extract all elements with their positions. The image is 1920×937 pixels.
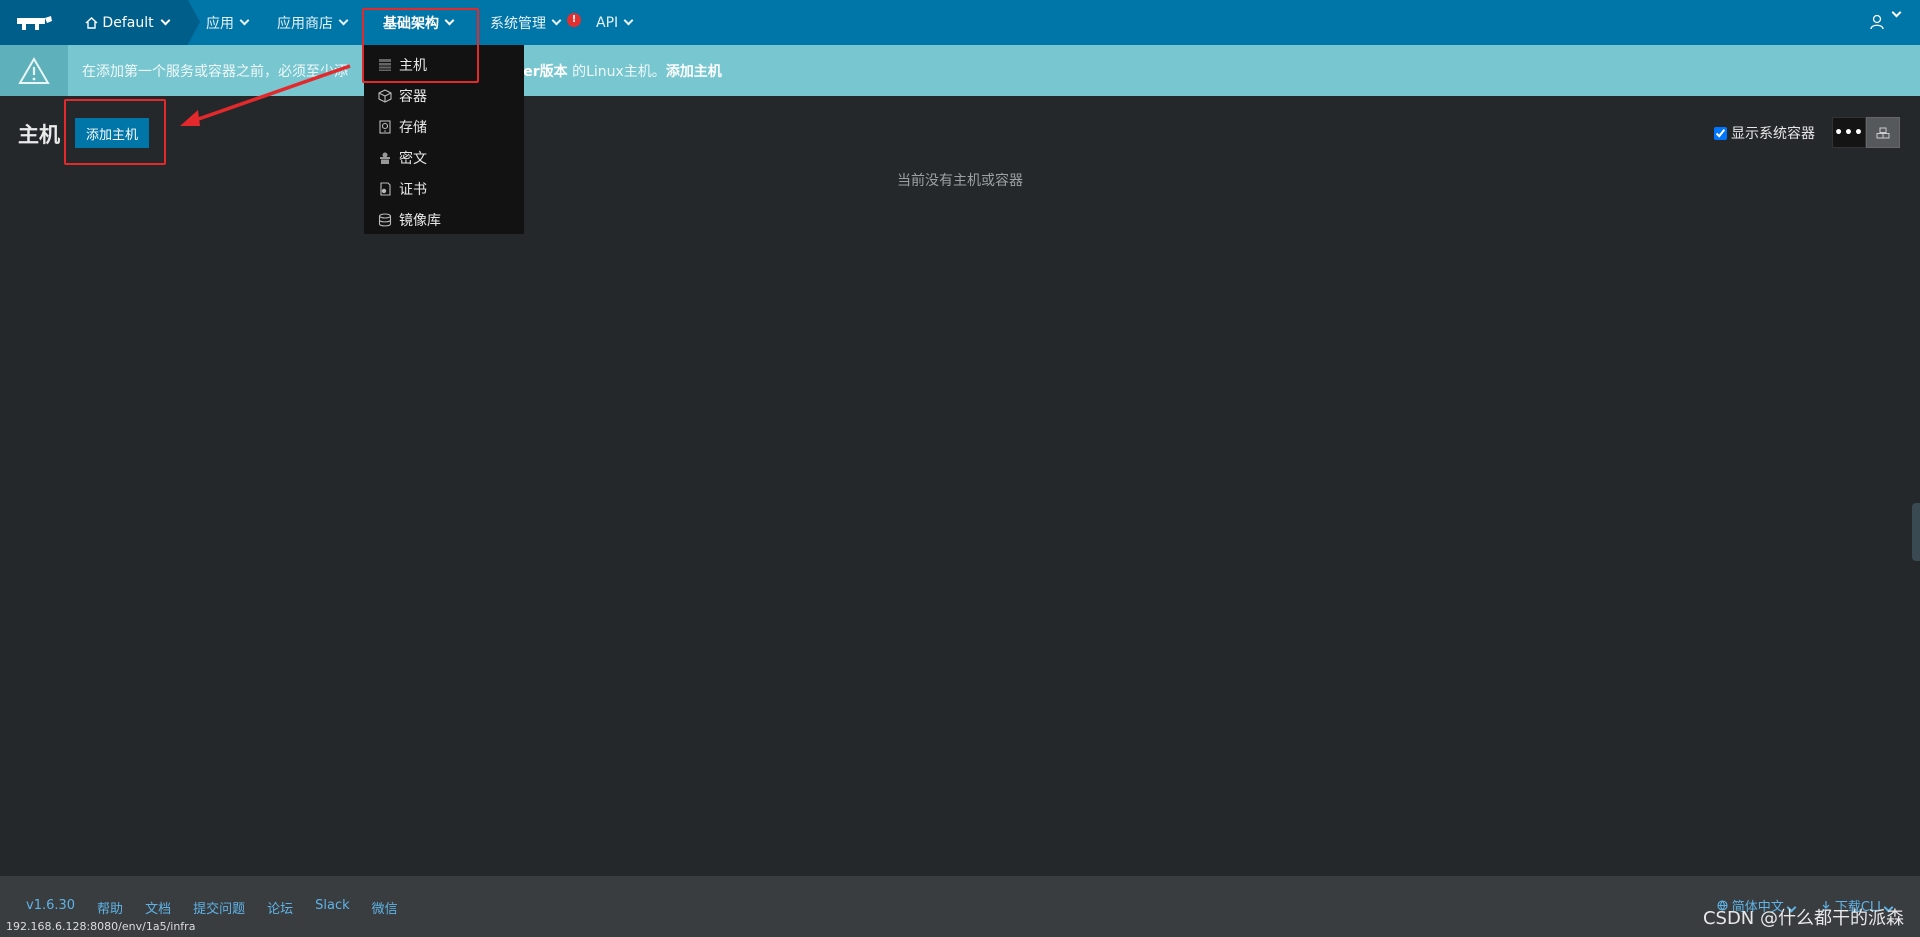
dropdown-item-storage[interactable]: 存储 [364, 111, 524, 142]
warning-icon [18, 56, 50, 84]
chevron-down-icon [551, 15, 562, 26]
storage-icon [379, 119, 391, 134]
cubes-icon [1876, 127, 1890, 138]
annotation-box-infrastructure [362, 8, 479, 83]
nav-api[interactable]: API [596, 0, 634, 45]
user-icon[interactable] [1870, 14, 1884, 30]
show-system-containers[interactable]: 显示系统容器 [1714, 123, 1815, 143]
footer-slack[interactable]: Slack [315, 898, 350, 917]
dropdown-item-registries[interactable]: 镜像库 [364, 204, 524, 235]
rancher-logo[interactable] [0, 0, 68, 45]
footer-forum[interactable]: 论坛 [267, 898, 293, 917]
chevron-down-icon [623, 15, 634, 26]
nav-admin[interactable]: 系统管理 ! [490, 0, 581, 45]
footer: v1.6.30 帮助 文档 提交问题 论坛 Slack 微信 简体中文 下载CL… [0, 876, 1920, 937]
top-nav: Default 应用 应用商店 基础架构 系统管理 ! API [0, 0, 1920, 45]
footer-help[interactable]: 帮助 [97, 898, 123, 917]
annotation-arrow [180, 64, 351, 126]
more-options-button[interactable]: ••• [1832, 117, 1866, 148]
empty-state-message: 当前没有主机或容器 [897, 173, 1023, 189]
footer-links: v1.6.30 帮助 文档 提交问题 论坛 Slack 微信 [26, 898, 398, 917]
view-toggle-button[interactable] [1866, 117, 1900, 148]
cow-logo-icon [17, 15, 52, 30]
alert-badge: ! [567, 12, 581, 27]
nav-catalog[interactable]: 应用商店 [277, 0, 349, 45]
side-panel-tab[interactable] [1912, 503, 1920, 561]
database-icon [378, 212, 392, 226]
chevron-down-icon[interactable] [1891, 7, 1902, 18]
environment-label: Default [102, 14, 154, 31]
dropdown-item-secrets[interactable]: 密文 [364, 142, 524, 173]
dropdown-item-containers[interactable]: 容器 [364, 80, 524, 111]
banner-add-host-link[interactable]: 添加主机 [666, 64, 722, 80]
environment-switcher[interactable]: Default [68, 0, 200, 45]
page-title: 主机 [18, 123, 60, 147]
watermark: CSDN @什么都干的派森 [1702, 908, 1904, 929]
footer-wechat[interactable]: 微信 [372, 898, 398, 917]
show-system-checkbox[interactable] [1714, 126, 1727, 140]
footer-issue[interactable]: 提交问题 [193, 898, 245, 917]
banner-icon-box [0, 45, 68, 96]
home-icon [85, 16, 98, 29]
annotation-box-add-host [64, 99, 166, 165]
status-bar-url: 192.168.6.128:8080/env/1a5/infra [0, 918, 202, 937]
nav-apps[interactable]: 应用 [206, 0, 250, 45]
chevron-down-icon [239, 15, 250, 26]
footer-version[interactable]: v1.6.30 [26, 898, 75, 917]
cube-icon [378, 88, 392, 103]
footer-docs[interactable]: 文档 [145, 898, 171, 917]
secret-icon [380, 152, 390, 164]
chevron-down-icon [160, 15, 171, 26]
chevron-down-icon [338, 15, 349, 26]
